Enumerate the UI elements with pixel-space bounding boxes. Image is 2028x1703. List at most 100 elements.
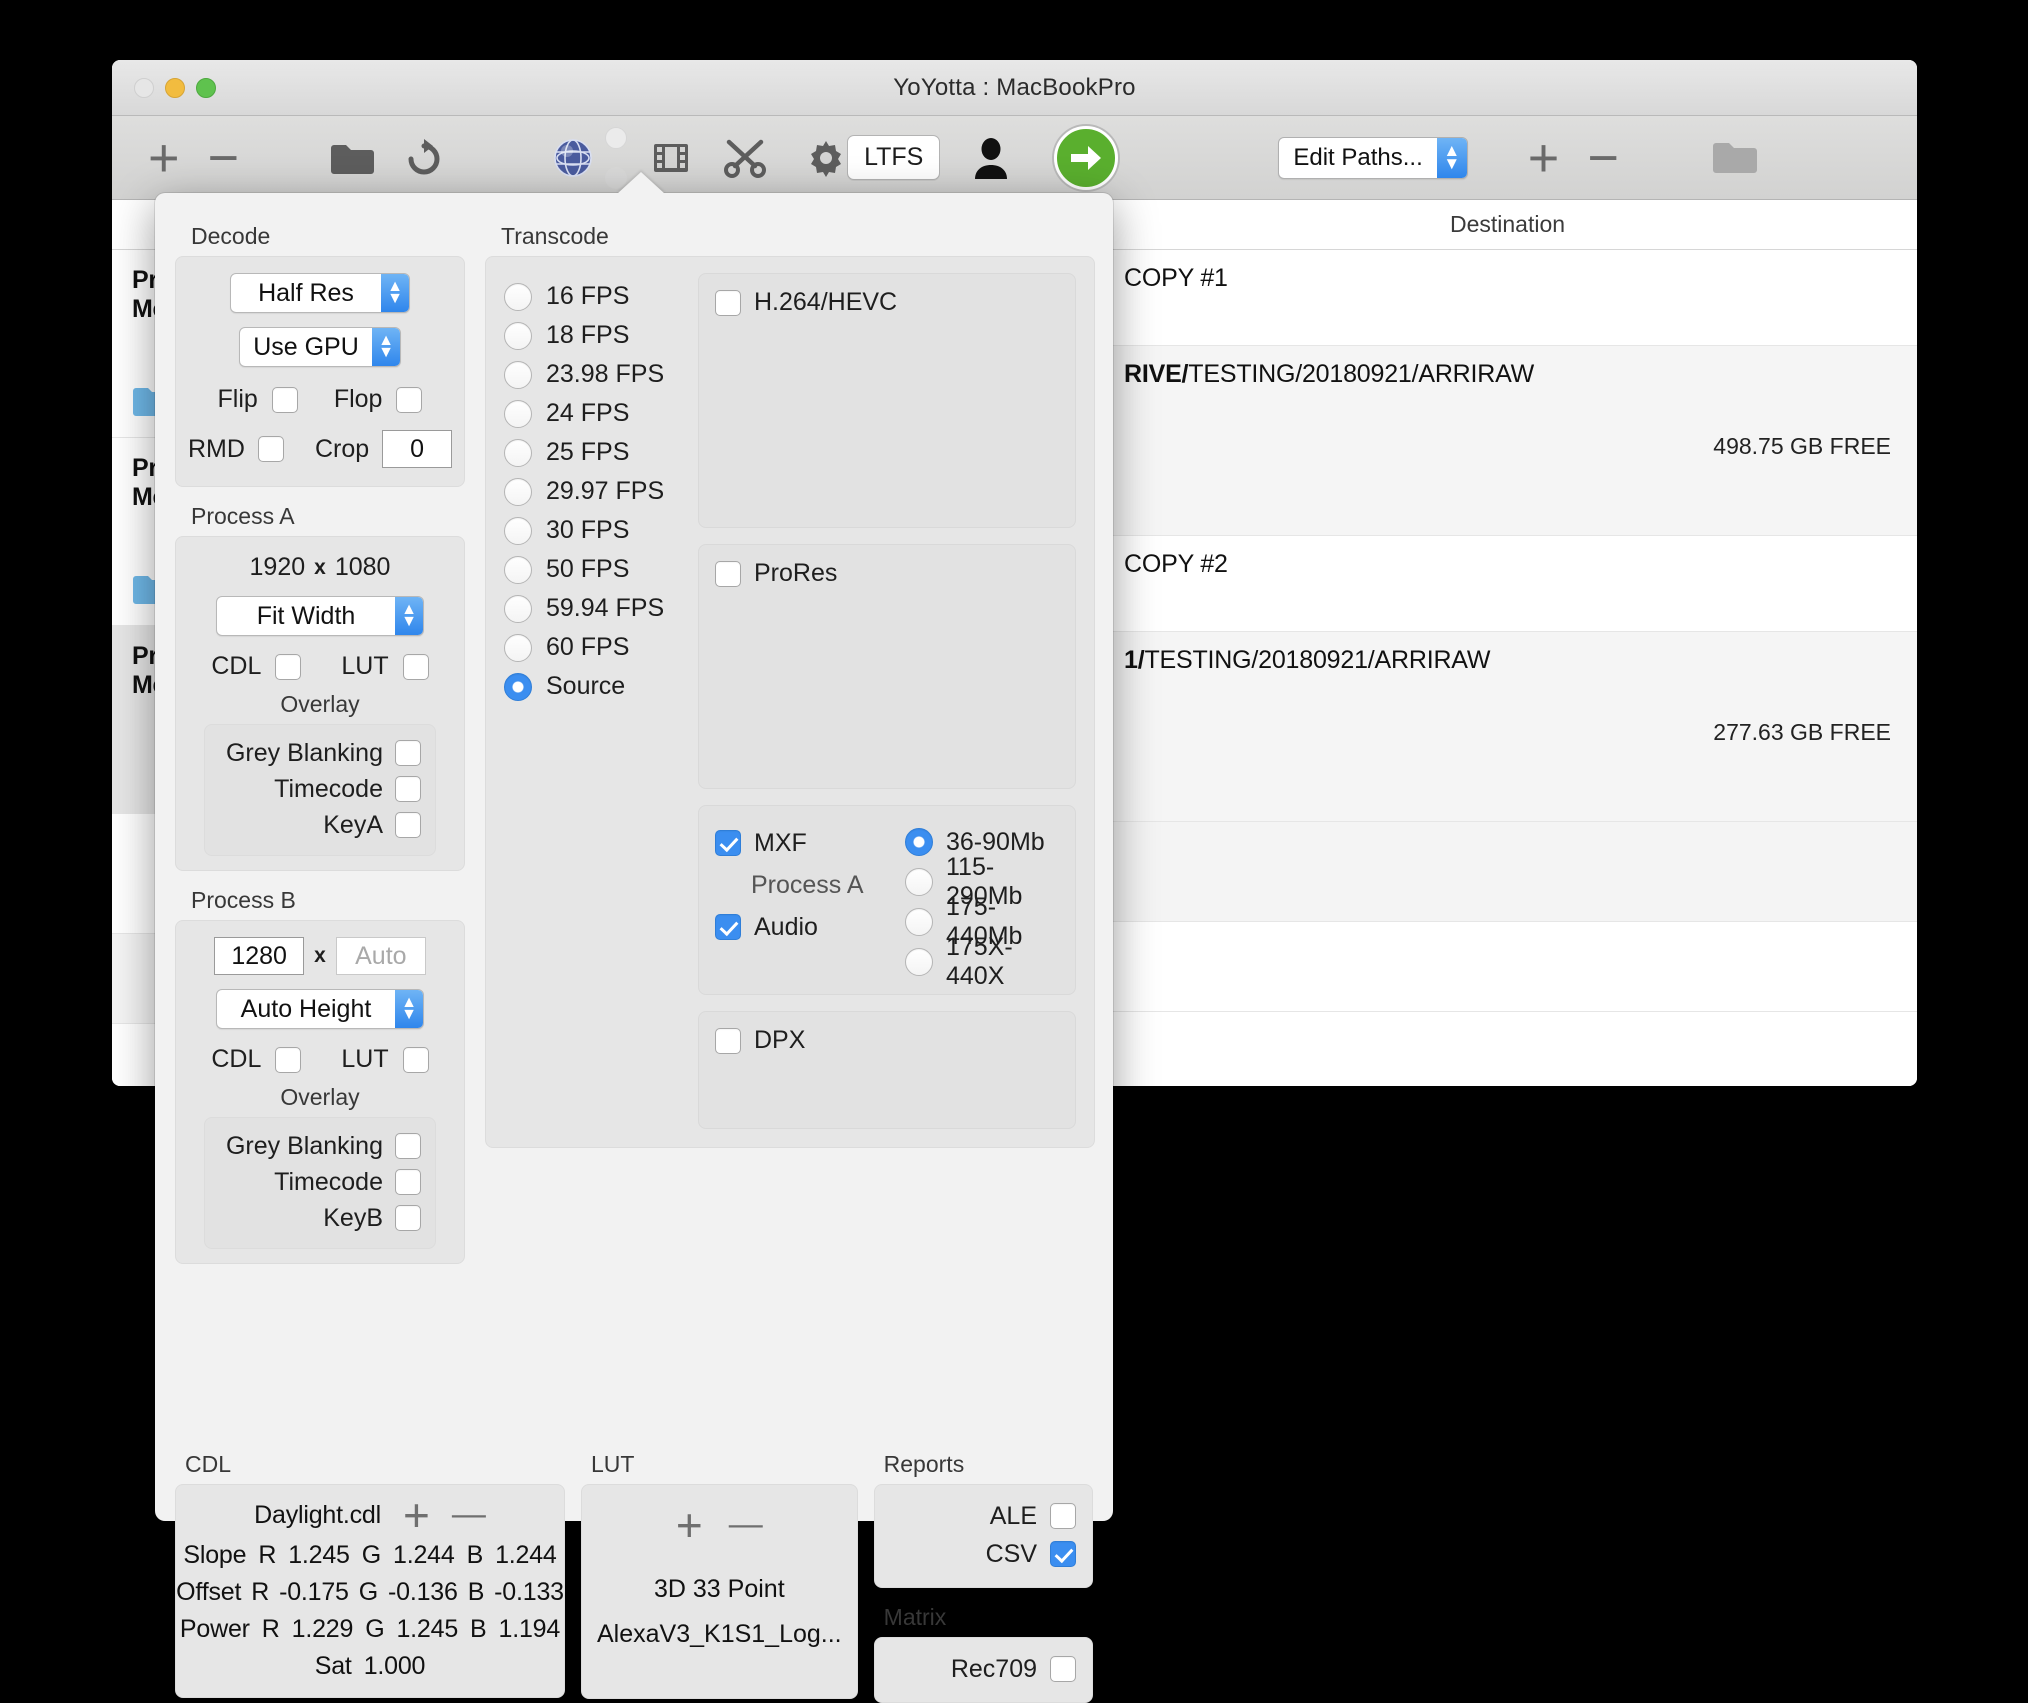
fps-option-24[interactable]: 24 FPS <box>504 394 684 433</box>
edit-paths-select[interactable]: Edit Paths... ▲ ▼ <box>1278 136 1468 179</box>
dpx-checkbox[interactable] <box>715 1027 741 1054</box>
scissors-icon[interactable] <box>723 138 767 178</box>
lut-remove-button[interactable]: — <box>729 1507 763 1541</box>
process-a-keya-checkbox[interactable] <box>395 812 421 838</box>
ale-label: ALE <box>989 1501 1037 1530</box>
folder-icon[interactable] <box>329 140 375 176</box>
table-row[interactable] <box>1098 922 1917 1012</box>
rmd-label: RMD <box>188 434 245 463</box>
process-a-fit-select[interactable]: Fit Width ▲ ▼ <box>216 596 424 636</box>
rmd-checkbox[interactable] <box>257 436 284 462</box>
table-row[interactable]: RIVE/TESTING/20180921/ARRIRAW 498.75 GB … <box>1098 346 1917 536</box>
process-a-timecode-checkbox[interactable] <box>395 776 421 802</box>
destination-path-rest: TESTING/20180921/ARRIRAW <box>1144 646 1491 674</box>
fps-option-18[interactable]: 18 FPS <box>504 316 684 355</box>
cdl-remove-button[interactable]: — <box>452 1497 486 1531</box>
process-a-cdl-checkbox[interactable] <box>275 653 302 680</box>
go-arrow-icon[interactable] <box>1054 125 1119 190</box>
fps-option-60[interactable]: 60 FPS <box>504 628 684 667</box>
decode-section-title: Decode <box>191 223 271 249</box>
remove-path-button[interactable]: − <box>1587 131 1619 185</box>
radio-icon[interactable] <box>504 555 532 584</box>
radio-icon[interactable] <box>504 594 532 623</box>
process-a-grey-blanking-checkbox[interactable] <box>395 740 421 766</box>
add-path-button[interactable]: + <box>1528 131 1560 185</box>
codec-column: H.264/HEVC ProRes MXF Process A Audio 36… <box>698 273 1076 1129</box>
person-icon[interactable] <box>974 136 1008 180</box>
crop-input[interactable]: 0 <box>382 430 452 468</box>
fps-label: 60 FPS <box>546 633 630 661</box>
process-a-overlay-title: Overlay <box>280 691 360 717</box>
cdl-add-button[interactable]: + <box>403 1492 430 1538</box>
fps-option-16[interactable]: 16 FPS <box>504 277 684 316</box>
radio-icon[interactable] <box>504 282 532 311</box>
csv-checkbox[interactable] <box>1050 1541 1076 1567</box>
prores-checkbox[interactable] <box>715 560 741 587</box>
radio-icon[interactable] <box>905 948 933 976</box>
cdl-r-label: R <box>258 1541 277 1570</box>
radio-icon[interactable] <box>504 360 532 389</box>
process-b-keyb-checkbox[interactable] <box>395 1205 421 1231</box>
fps-option-30[interactable]: 30 FPS <box>504 511 684 550</box>
table-row[interactable]: 1/TESTING/20180921/ARRIRAW 277.63 GB FRE… <box>1098 632 1917 822</box>
cdl-g-label: G <box>365 1615 385 1644</box>
fps-option-50[interactable]: 50 FPS <box>504 550 684 589</box>
decode-gpu-value: Use GPU <box>253 332 359 361</box>
radio-icon[interactable] <box>504 399 532 428</box>
status-dot-upper <box>605 126 628 149</box>
ltfs-button[interactable]: LTFS <box>847 135 941 180</box>
mxf-bitrate-radio-group: 36-90Mb 115-290Mb 175-440Mb 175X-440X <box>905 822 1059 990</box>
process-b-height-input[interactable]: Auto <box>335 937 426 975</box>
globe-icon[interactable] <box>553 138 593 178</box>
folder-browse-icon[interactable] <box>1711 139 1759 177</box>
process-b-overlay-title: Overlay <box>280 1084 360 1110</box>
lut-type: 3D 33 Point <box>654 1575 785 1604</box>
table-row[interactable]: COPY #2 <box>1098 536 1917 632</box>
radio-icon[interactable] <box>504 477 532 506</box>
fps-label: 29.97 FPS <box>546 477 665 505</box>
mxf-checkbox[interactable] <box>715 830 741 856</box>
destination-path: RIVE/TESTING/20180921/ARRIRAW <box>1124 360 1891 389</box>
decode-gpu-select[interactable]: Use GPU ▲ ▼ <box>239 327 401 367</box>
process-a-lut-checkbox[interactable] <box>402 653 429 680</box>
process-b-timecode-checkbox[interactable] <box>395 1169 421 1195</box>
process-b-grey-blanking-checkbox[interactable] <box>395 1133 421 1159</box>
table-row[interactable]: COPY #1 <box>1098 250 1917 346</box>
table-row[interactable] <box>1098 822 1917 922</box>
radio-icon[interactable] <box>504 321 532 350</box>
reports-box: ALE CSV <box>873 1484 1093 1588</box>
h264-checkbox[interactable] <box>715 289 741 316</box>
fps-option-source[interactable]: Source <box>504 667 684 706</box>
flip-checkbox[interactable] <box>271 386 298 413</box>
fps-label: 18 FPS <box>546 321 630 349</box>
cdl-r-label: R <box>251 1578 270 1607</box>
fps-option-59-94[interactable]: 59.94 FPS <box>504 589 684 628</box>
radio-icon-selected[interactable] <box>504 672 532 701</box>
radio-icon[interactable] <box>504 633 532 662</box>
reports-matrix-section: Reports ALE CSV Matrix Rec709 <box>873 1451 1093 1703</box>
flop-checkbox[interactable] <box>396 386 423 413</box>
fps-option-23-98[interactable]: 23.98 FPS <box>504 355 684 394</box>
process-b-width-input[interactable]: 1280 <box>214 937 305 975</box>
process-b-lut-checkbox[interactable] <box>402 1046 429 1073</box>
plus-icon[interactable]: + <box>148 131 180 185</box>
refresh-icon[interactable] <box>403 137 443 179</box>
gear-icon[interactable] <box>805 137 847 179</box>
bitrate-option-175x-440x[interactable]: 175X-440X <box>905 933 1059 990</box>
radio-icon[interactable] <box>905 908 933 936</box>
radio-icon[interactable] <box>504 438 532 467</box>
decode-resolution-select[interactable]: Half Res ▲ ▼ <box>230 273 410 313</box>
fps-option-25[interactable]: 25 FPS <box>504 433 684 472</box>
ale-checkbox[interactable] <box>1050 1503 1076 1529</box>
process-b-cdl-checkbox[interactable] <box>275 1046 302 1073</box>
radio-icon-selected[interactable] <box>905 828 933 856</box>
minus-icon[interactable]: − <box>208 131 240 185</box>
radio-icon[interactable] <box>905 868 933 896</box>
lut-add-button[interactable]: + <box>676 1502 703 1548</box>
mxf-audio-checkbox[interactable] <box>715 914 741 940</box>
destination-free-space: 498.75 GB FREE <box>1713 433 1891 459</box>
rec709-checkbox[interactable] <box>1050 1656 1076 1682</box>
radio-icon[interactable] <box>504 516 532 545</box>
process-b-fit-select[interactable]: Auto Height ▲ ▼ <box>216 989 424 1029</box>
fps-option-29-97[interactable]: 29.97 FPS <box>504 472 684 511</box>
